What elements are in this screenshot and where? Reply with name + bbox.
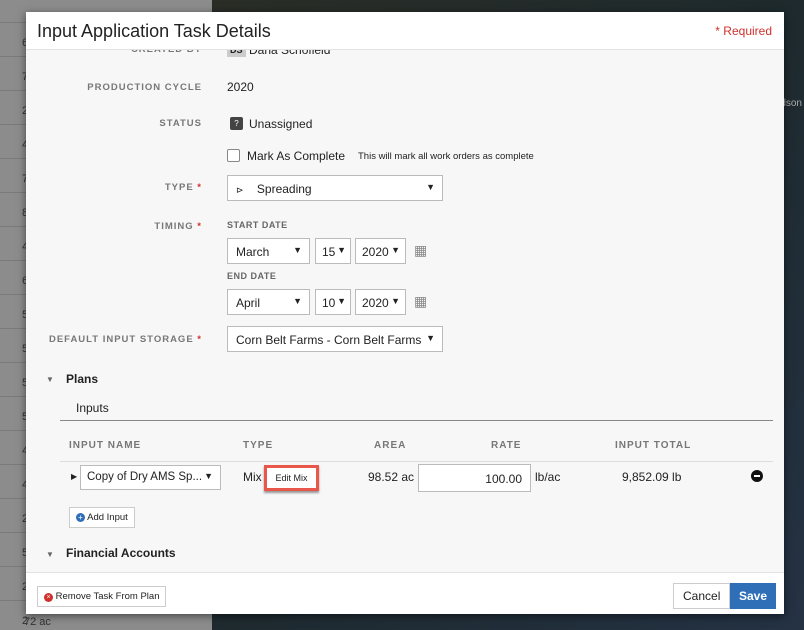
plus-circle-icon: + <box>76 513 85 522</box>
timing-label: TIMING * <box>154 221 202 232</box>
task-details-modal: Input Application Task Details * Require… <box>26 12 784 614</box>
type-value: Spreading <box>256 182 312 196</box>
production-cycle-value: 2020 <box>227 80 254 94</box>
start-day-select[interactable]: 15 ▼ <box>315 238 351 264</box>
type-select[interactable]: ⊳ Spreading ▼ <box>227 175 443 201</box>
mark-complete-checkbox[interactable] <box>227 149 240 162</box>
divider <box>60 461 773 462</box>
collapse-plans-icon[interactable]: ▼ <box>46 375 54 384</box>
add-input-button[interactable]: + Add Input <box>69 507 135 528</box>
start-month-select[interactable]: March ▼ <box>227 238 310 264</box>
cancel-button[interactable]: Cancel <box>673 583 731 609</box>
tab-inputs[interactable]: Inputs <box>76 401 109 415</box>
col-type: TYPE <box>243 440 274 451</box>
plans-heading[interactable]: Plans <box>66 372 98 386</box>
modal-title: Input Application Task Details <box>37 21 271 41</box>
mark-complete-label[interactable]: Mark As Complete <box>247 149 345 163</box>
modal-header: Input Application Task Details * Require… <box>26 12 784 50</box>
required-note: * Required <box>715 24 772 38</box>
background-area: 72 ac <box>24 616 51 628</box>
col-rate: RATE <box>491 440 522 451</box>
input-type: Mix <box>243 470 262 484</box>
mark-complete-hint: This will mark all work orders as comple… <box>358 151 534 162</box>
input-area: 98.52 ac <box>368 470 415 484</box>
remove-input-icon[interactable] <box>751 470 763 482</box>
question-icon: ? <box>230 117 243 130</box>
col-input-name: INPUT NAME <box>69 440 142 451</box>
collapse-financial-icon[interactable]: ▼ <box>46 550 54 559</box>
start-date-label: START DATE <box>227 220 288 230</box>
modal-footer: × Remove Task From Plan Cancel Save <box>26 572 784 614</box>
input-name-select[interactable]: Copy of Dry AMS Sp... ▼ <box>80 465 221 490</box>
production-cycle-label: PRODUCTION CYCLE <box>87 82 202 93</box>
storage-label: DEFAULT INPUT STORAGE * <box>48 334 202 345</box>
type-label: TYPE * <box>164 182 202 193</box>
end-year-select[interactable]: 2020 ▼ <box>355 289 406 315</box>
status-label: STATUS <box>159 118 202 129</box>
rate-unit: lb/ac <box>535 470 561 484</box>
edit-mix-button[interactable]: Edit Mix <box>264 465 319 491</box>
calendar-icon[interactable]: ▦ <box>414 242 427 259</box>
col-area: AREA <box>374 440 407 451</box>
remove-task-button[interactable]: × Remove Task From Plan <box>37 586 167 607</box>
end-month-select[interactable]: April ▼ <box>227 289 310 315</box>
divider <box>60 420 773 421</box>
remove-circle-icon: × <box>44 593 53 602</box>
chevron-down-icon: ▼ <box>426 182 435 192</box>
end-day-select[interactable]: 10 ▼ <box>315 289 351 315</box>
spreader-icon: ⊳ <box>236 185 244 195</box>
storage-select[interactable]: Corn Belt Farms - Corn Belt Farms ▼ <box>227 326 443 352</box>
rate-input[interactable]: 100.00 <box>418 464 531 492</box>
col-input-total: INPUT TOTAL <box>615 440 692 451</box>
save-button[interactable]: Save <box>730 583 777 609</box>
financial-accounts-heading[interactable]: Financial Accounts <box>66 546 176 560</box>
input-total: 9,852.09 lb <box>622 470 682 484</box>
expand-row-icon[interactable]: ▶ <box>71 472 77 481</box>
end-date-label: END DATE <box>227 271 277 281</box>
calendar-icon[interactable]: ▦ <box>414 293 427 310</box>
start-year-select[interactable]: 2020 ▼ <box>355 238 406 264</box>
status-value: Unassigned <box>249 117 313 131</box>
